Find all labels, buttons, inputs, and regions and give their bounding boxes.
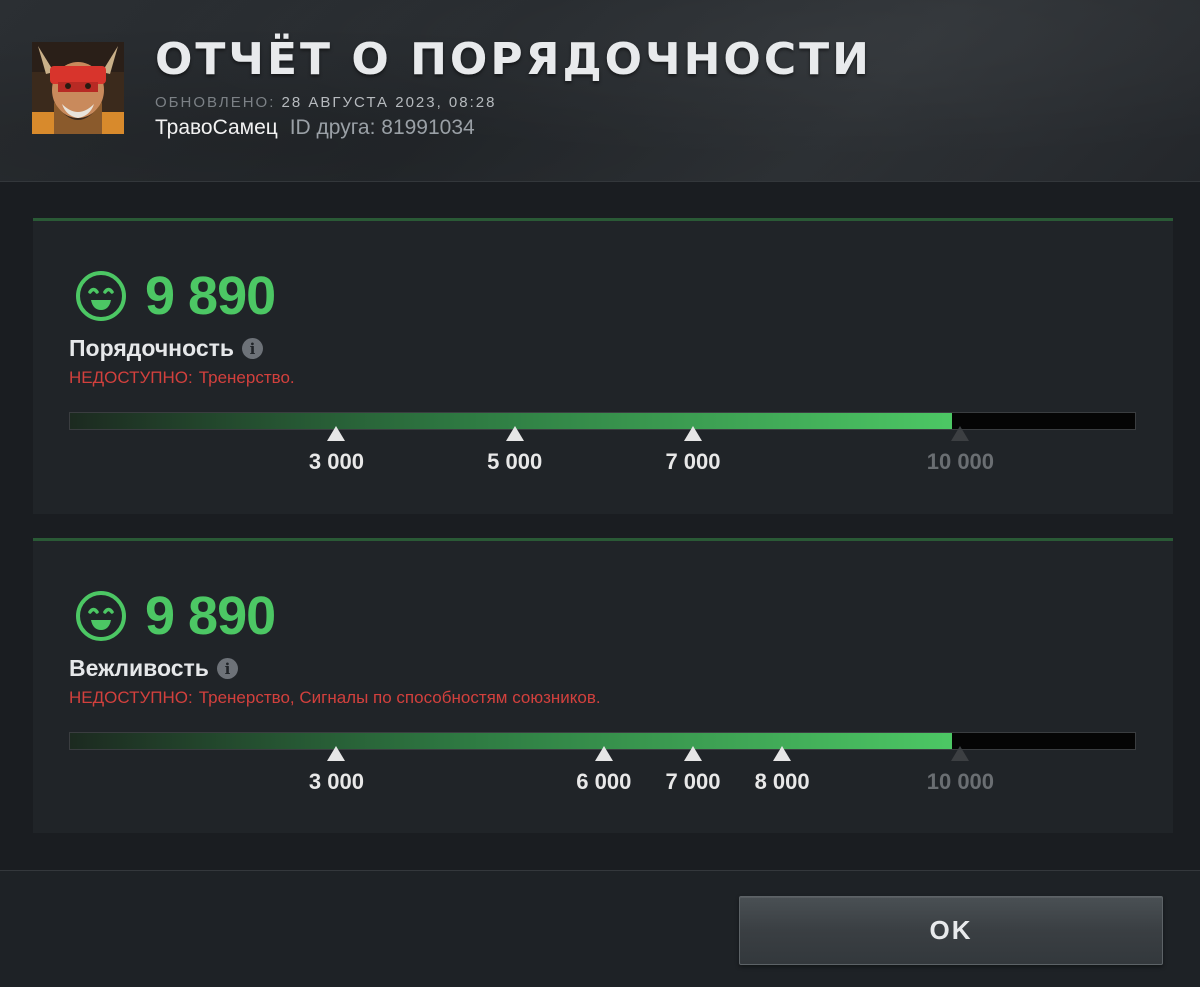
unavailable-label: НЕДОСТУПНО: bbox=[69, 688, 193, 707]
conduct-progress-bar bbox=[69, 412, 1136, 430]
info-icon[interactable]: i bbox=[216, 658, 238, 679]
threshold-label: 8 000 bbox=[754, 769, 810, 794]
threshold-label: 3 000 bbox=[308, 769, 364, 794]
threshold-marker bbox=[951, 426, 970, 441]
behavior-unavailable: НЕДОСТУПНО: Тренерство, Сигналы по способ… bbox=[69, 688, 601, 708]
conduct-metric: Порядочность i bbox=[69, 335, 264, 362]
ok-button[interactable]: OK bbox=[739, 896, 1163, 965]
updated-value: 28 АВГУСТА 2023, 08:28 bbox=[281, 94, 497, 111]
threshold-label: 5 000 bbox=[487, 449, 543, 474]
conduct-score: 9 890 bbox=[145, 266, 276, 326]
threshold-label: 6 000 bbox=[576, 769, 632, 794]
user-line: ТравоСамец ID друга: 81991034 bbox=[155, 116, 475, 140]
conduct-unavailable: НЕДОСТУПНО: Тренерство. bbox=[69, 368, 295, 388]
progress-fill bbox=[70, 733, 952, 749]
unavailable-text: Тренерство. bbox=[198, 368, 295, 387]
friend-id: ID друга: 81991034 bbox=[289, 116, 475, 139]
threshold-label: 10 000 bbox=[926, 449, 995, 474]
threshold-marker bbox=[773, 746, 792, 761]
conduct-panel: 9 890 Порядочность i НЕДОСТУПНО: Тренерст… bbox=[33, 218, 1173, 514]
threshold-marker bbox=[327, 426, 346, 441]
behavior-score: 9 890 bbox=[145, 586, 276, 646]
updated-label: ОБНОВЛЕНО: bbox=[155, 94, 276, 111]
threshold-label: 3 000 bbox=[308, 449, 364, 474]
page-title: ОТЧЁТ О ПОРЯДОЧНОСТИ bbox=[155, 34, 872, 85]
unavailable-label: НЕДОСТУПНО: bbox=[69, 368, 193, 387]
threshold-marker bbox=[683, 746, 702, 761]
smiley-icon bbox=[76, 591, 126, 641]
threshold-marker bbox=[594, 746, 613, 761]
threshold-label: 7 000 bbox=[665, 449, 721, 474]
threshold-label: 7 000 bbox=[665, 769, 721, 794]
threshold-marker bbox=[327, 746, 346, 761]
player-avatar bbox=[32, 42, 124, 134]
threshold-marker bbox=[951, 746, 970, 761]
threshold-marker bbox=[505, 426, 524, 441]
behavior-metric: Вежливость i bbox=[69, 655, 238, 682]
conduct-label: Порядочность bbox=[69, 335, 235, 361]
info-icon[interactable]: i bbox=[242, 338, 264, 359]
report-header bbox=[0, 0, 1200, 182]
behavior-panel: 9 890 Вежливость i НЕДОСТУПНО: Тренерство… bbox=[33, 538, 1173, 833]
threshold-label: 10 000 bbox=[926, 769, 995, 794]
unavailable-text: Тренерство, Сигналы по способностям союз… bbox=[198, 688, 601, 707]
smiley-icon bbox=[76, 271, 126, 321]
threshold-marker bbox=[683, 426, 702, 441]
username: ТравоСамец bbox=[155, 116, 278, 139]
behavior-label: Вежливость bbox=[69, 655, 209, 681]
updated-timestamp: ОБНОВЛЕНО: 28 АВГУСТА 2023, 08:28 bbox=[155, 94, 496, 111]
